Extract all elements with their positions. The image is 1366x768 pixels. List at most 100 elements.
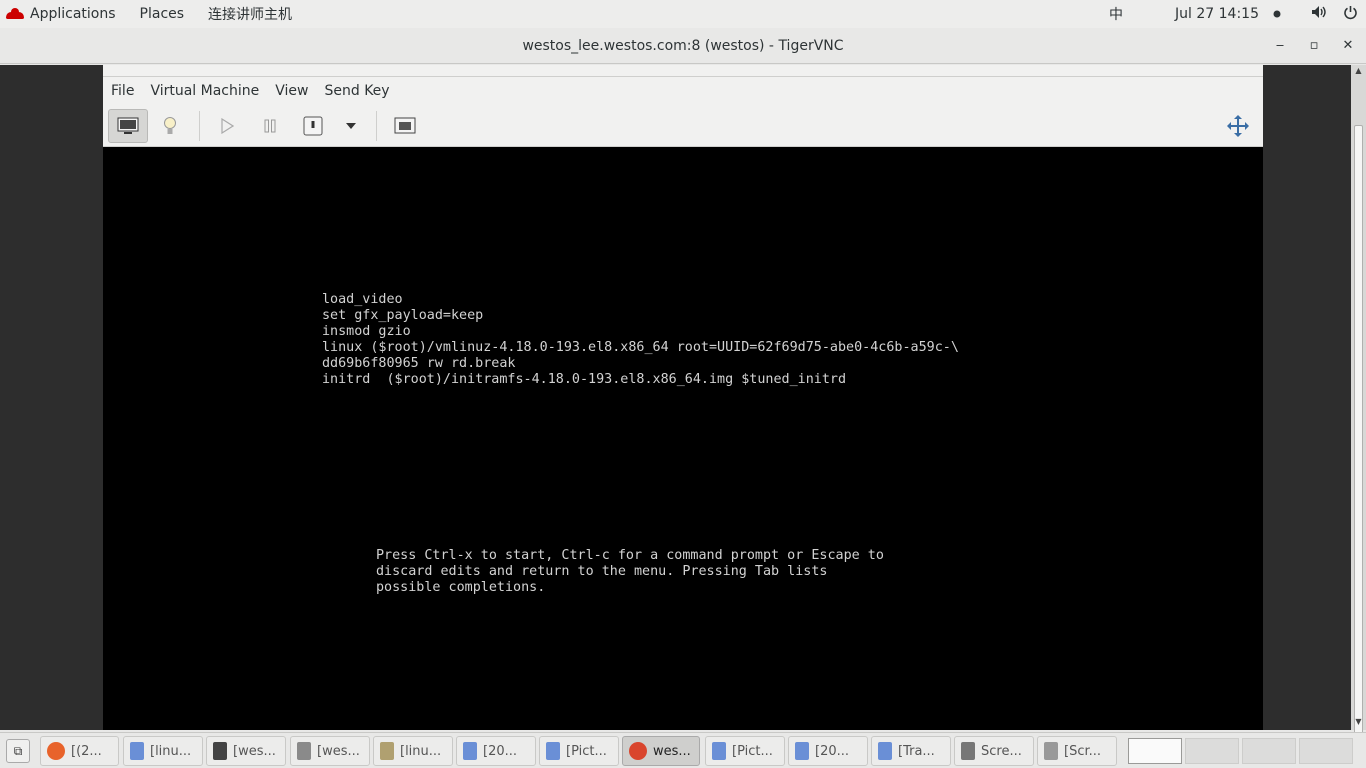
maximize-button[interactable]: ▫	[1297, 28, 1331, 64]
vm-toolbar	[103, 105, 1263, 147]
taskbar-item[interactable]: [20...	[456, 736, 536, 766]
workspace-3[interactable]	[1242, 738, 1296, 764]
taskbar-item-label: [wes...	[317, 743, 360, 759]
screenshot-icon	[961, 742, 975, 760]
terminal-icon	[213, 742, 227, 760]
resize-to-vm-button[interactable]	[1218, 109, 1258, 143]
power-icon[interactable]	[1335, 5, 1366, 24]
menu-view[interactable]: View	[267, 83, 316, 99]
virt-manager-icon	[297, 742, 311, 760]
taskbar-item[interactable]: [wes...	[206, 736, 286, 766]
scroll-up-icon[interactable]: ▲	[1351, 65, 1366, 77]
show-desktop-button[interactable]: ⧉	[6, 739, 30, 763]
clock[interactable]: Jul 27 14:15	[1155, 6, 1269, 22]
scrollbar-thumb[interactable]	[1354, 125, 1363, 735]
applications-menu-label: Applications	[30, 6, 116, 22]
taskbar-item[interactable]: [(2...	[40, 736, 119, 766]
document-icon	[130, 742, 144, 760]
taskbar-item[interactable]: [Tra...	[871, 736, 951, 766]
volume-icon[interactable]	[1303, 5, 1335, 23]
input-method-indicator[interactable]: 中	[1099, 4, 1133, 24]
window-title: westos_lee.westos.com:8 (westos) - Tiger…	[522, 38, 844, 54]
close-button[interactable]: ✕	[1331, 28, 1365, 64]
taskbar-item-label: [20...	[815, 743, 850, 759]
taskbar-item[interactable]: [linu...	[373, 736, 453, 766]
applications-menu[interactable]: Applications	[0, 0, 128, 28]
vm-console-screen[interactable]: load_video set gfx_payload=keep insmod gzi…	[103, 147, 1263, 730]
vertical-scrollbar[interactable]: ▲ ▼	[1351, 65, 1366, 735]
document-icon	[795, 742, 809, 760]
top-panel: Applications Places 连接讲师主机 中 Jul 27 14:1…	[0, 0, 1366, 28]
lightbulb-icon	[164, 117, 176, 134]
taskbar-item-label: [Scr...	[1064, 743, 1102, 759]
run-button[interactable]	[207, 109, 247, 143]
text-editor-icon	[380, 742, 394, 760]
firefox-icon	[47, 742, 65, 760]
help-line: possible completions.	[376, 580, 546, 595]
redhat-logo-icon	[6, 8, 24, 20]
toolbar-separator	[376, 111, 377, 141]
taskbar-item[interactable]: Scre...	[954, 736, 1034, 766]
taskbar-item[interactable]: [Pict...	[539, 736, 619, 766]
taskbar-item-label: [Pict...	[732, 743, 773, 759]
taskbar-item-label: [Tra...	[898, 743, 935, 759]
workspace-4[interactable]	[1299, 738, 1353, 764]
grub-line: dd69b6f80965 rw rd.break	[322, 356, 516, 371]
tigervnc-icon	[629, 742, 647, 760]
virt-viewer-window: File Virtual Machine View Send Key load_…	[103, 65, 1263, 730]
taskbar-item[interactable]: [Pict...	[705, 736, 785, 766]
taskbar-item-label: [20...	[483, 743, 518, 759]
window-list-bar: ⧉ [(2... [linu... [wes... [wes... [linu... [2…	[0, 732, 1366, 768]
minimize-button[interactable]: ‒	[1263, 28, 1297, 64]
taskbar-item[interactable]: [20...	[788, 736, 868, 766]
taskbar-item[interactable]: wes...	[622, 736, 700, 766]
taskbar-item-label: wes...	[653, 743, 691, 759]
shutdown-dropdown-button[interactable]	[331, 109, 371, 143]
taskbar-item[interactable]: [linu...	[123, 736, 203, 766]
grub-help-text: Press Ctrl-x to start, Ctrl-c for a comm…	[376, 548, 884, 596]
play-icon	[221, 118, 234, 134]
help-line: Press Ctrl-x to start, Ctrl-c for a comm…	[376, 548, 884, 563]
menu-file[interactable]: File	[103, 83, 142, 99]
document-icon	[712, 742, 726, 760]
workspace-1[interactable]	[1128, 738, 1182, 764]
help-line: discard edits and return to the menu. Pr…	[376, 564, 828, 579]
monitor-icon	[117, 117, 139, 134]
grub-line: load_video	[322, 292, 403, 307]
power-button-icon	[303, 116, 323, 136]
fullscreen-toggle-button[interactable]	[385, 109, 425, 143]
grub-line: linux ($root)/vmlinuz-4.18.0-193.el8.x86…	[322, 340, 959, 355]
vnc-viewport[interactable]: File Virtual Machine View Send Key load_…	[0, 65, 1351, 730]
console-view-button[interactable]	[108, 109, 148, 143]
grub-line: insmod gzio	[322, 324, 411, 339]
screens-icon	[394, 117, 416, 134]
pause-icon	[264, 119, 276, 133]
taskbar-item-label: [linu...	[150, 743, 192, 759]
menu-virtual-machine[interactable]: Virtual Machine	[142, 83, 267, 99]
document-icon	[546, 742, 560, 760]
taskbar-item[interactable]: [Scr...	[1037, 736, 1117, 766]
vm-menubar: File Virtual Machine View Send Key	[103, 77, 1263, 105]
workspace-2[interactable]	[1185, 738, 1239, 764]
taskbar-item-label: [linu...	[400, 743, 442, 759]
clock-label: Jul 27 14:15	[1175, 6, 1259, 22]
details-view-button[interactable]	[150, 109, 190, 143]
chevron-down-icon	[346, 123, 356, 129]
document-icon	[878, 742, 892, 760]
pause-button[interactable]	[250, 109, 290, 143]
toolbar-separator	[199, 111, 200, 141]
connect-teacher-menu[interactable]: 连接讲师主机	[196, 0, 304, 28]
shutdown-button[interactable]	[293, 109, 333, 143]
scroll-down-icon[interactable]: ▼	[1351, 716, 1366, 728]
move-arrows-icon	[1227, 115, 1249, 137]
taskbar-item-label: [wes...	[233, 743, 276, 759]
taskbar-item[interactable]: [wes...	[290, 736, 370, 766]
menu-send-key[interactable]: Send Key	[316, 83, 397, 99]
window-titlebar[interactable]: westos_lee.westos.com:8 (westos) - Tiger…	[0, 28, 1366, 64]
vm-window-header	[103, 65, 1263, 77]
grub-line: set gfx_payload=keep	[322, 308, 484, 323]
places-menu[interactable]: Places	[128, 0, 197, 28]
notification-dot-icon	[1269, 6, 1303, 22]
grub-line: initrd ($root)/initramfs-4.18.0-193.el8.…	[322, 372, 847, 387]
taskbar-item-label: [Pict...	[566, 743, 607, 759]
